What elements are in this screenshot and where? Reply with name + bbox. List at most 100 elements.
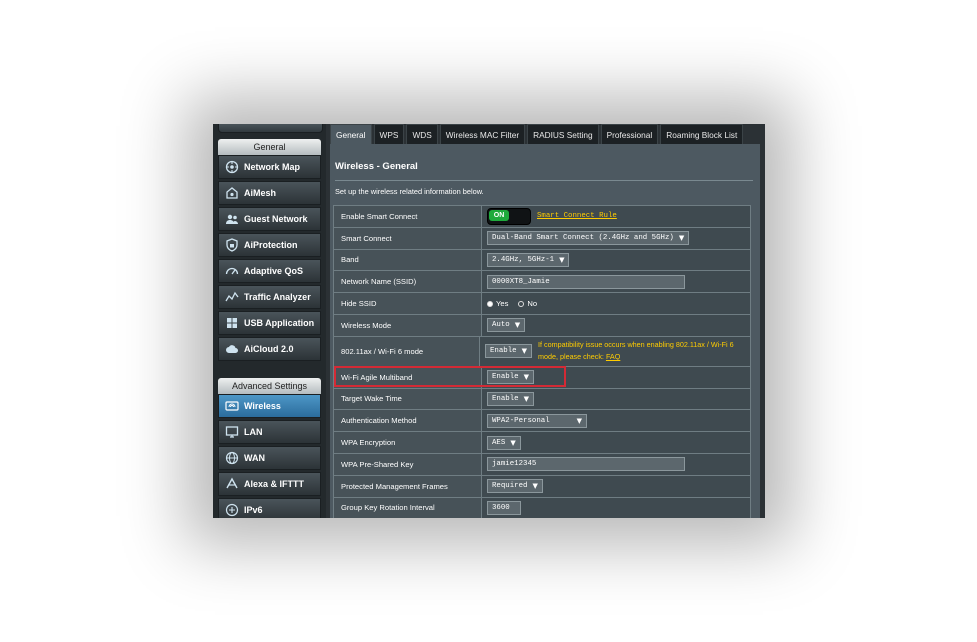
radio-label: Yes xyxy=(496,299,509,309)
target-wake-time-select[interactable]: Enable ▼ xyxy=(487,391,535,406)
group-key-interval-input[interactable]: 3600 xyxy=(487,500,521,515)
select-value: WPA2-Personal xyxy=(492,416,550,425)
row-label: Group Key Rotation Interval xyxy=(334,497,482,518)
pmf-select[interactable]: Required ▼ xyxy=(487,479,543,494)
row-wifi6-mode: 802.11ax / Wi-Fi 6 mode Enable ▼ If compa… xyxy=(334,336,750,367)
sidebar-item-aiprotection[interactable]: AiProtection xyxy=(218,233,321,257)
aiprotection-icon xyxy=(225,238,239,252)
row-label: Network Name (SSID) xyxy=(334,271,482,293)
row-label: Smart Connect xyxy=(334,227,482,249)
sidebar-item-aimesh[interactable]: AiMesh xyxy=(218,181,321,205)
row-wpa-psk: WPA Pre-Shared Key jamie12345 xyxy=(334,453,750,476)
wifi6-mode-select[interactable]: Enable ▼ xyxy=(484,344,532,359)
row-smart-connect: Smart Connect Dual-Band Smart Connect (2… xyxy=(334,227,750,250)
traffic-analyzer-icon xyxy=(225,290,239,304)
row-value: Enable ▼ xyxy=(482,388,750,410)
tab-professional[interactable]: Professional xyxy=(600,124,659,144)
sidebar-item-wan[interactable]: WAN xyxy=(218,446,321,470)
chevron-down-icon: ▼ xyxy=(576,416,582,425)
guest-network-icon xyxy=(225,212,239,226)
row-value: 3600 xyxy=(482,497,750,518)
sidebar-heading-advanced: Advanced Settings xyxy=(218,378,321,394)
chevron-down-icon: ▼ xyxy=(559,255,565,264)
row-label: Authentication Method xyxy=(334,410,482,432)
sidebar-item-guest-network[interactable]: Guest Network xyxy=(218,207,321,231)
chevron-down-icon: ▼ xyxy=(523,394,530,403)
row-value: Enable ▼ If compatibility issue occurs wh… xyxy=(479,336,750,366)
sidebar-item-aicloud[interactable]: AiCloud 2.0 xyxy=(218,337,321,361)
sidebar-item-alexa-ifttt[interactable]: Alexa & IFTTT xyxy=(218,472,321,496)
chevron-down-icon: ▼ xyxy=(514,321,521,330)
row-label: Hide SSID xyxy=(334,293,482,314)
row-label: WPA Encryption xyxy=(334,432,482,453)
sidebar-item-label: LAN xyxy=(244,427,263,437)
row-wpa-encryption: WPA Encryption AES ▼ xyxy=(334,432,750,454)
wan-icon xyxy=(225,451,239,465)
row-wireless-mode: Wireless Mode Auto ▼ xyxy=(334,314,750,337)
select-value: Enable xyxy=(489,347,517,356)
annotation-highlight-box xyxy=(334,366,566,387)
sidebar-item-network-map[interactable]: Network Map xyxy=(218,155,321,179)
ipv6-icon xyxy=(225,503,239,517)
adaptive-qos-icon xyxy=(225,264,239,278)
aimesh-icon xyxy=(225,186,239,200)
tab-wds[interactable]: WDS xyxy=(406,124,438,144)
select-value: 2.4GHz, 5GHz-1 xyxy=(492,255,555,264)
row-label: Wireless Mode xyxy=(334,314,482,336)
lan-icon xyxy=(225,425,239,439)
select-value: Enable xyxy=(492,394,519,403)
select-value: Dual-Band Smart Connect (2.4GHz and 5GHz… xyxy=(492,234,674,243)
row-value: WPA2-Personal ▼ xyxy=(482,410,750,432)
smart-connect-select[interactable]: Dual-Band Smart Connect (2.4GHz and 5GHz… xyxy=(487,231,690,246)
row-enable-smart-connect: Enable Smart Connect ON Smart Connect Ru… xyxy=(334,206,750,228)
page-title: Wireless - General xyxy=(335,161,418,172)
tab-wps[interactable]: WPS xyxy=(373,124,405,144)
hide-ssid-no-radio[interactable]: No xyxy=(518,299,537,308)
sidebar-item-label: Adaptive QoS xyxy=(244,266,304,276)
smart-connect-rule-link[interactable]: Smart Connect Rule xyxy=(537,212,617,220)
row-ssid: Network Name (SSID) 0000XT8_Jamie xyxy=(334,271,750,294)
select-value: Required xyxy=(492,482,528,491)
chevron-down-icon: ▼ xyxy=(532,482,538,491)
sidebar-heading-general: General xyxy=(218,139,321,155)
sidebar-top-menu[interactable] xyxy=(218,124,323,133)
faq-link[interactable]: FAQ xyxy=(606,352,620,361)
title-divider xyxy=(335,180,753,181)
ssid-input[interactable]: 0000XT8_Jamie xyxy=(487,274,685,289)
tab-general[interactable]: General xyxy=(330,124,372,144)
sidebar-item-label: Alexa & IFTTT xyxy=(244,479,305,489)
sidebar-item-label: AiProtection xyxy=(244,240,298,250)
sidebar-item-label: AiCloud 2.0 xyxy=(244,344,294,354)
row-label: Protected Management Frames xyxy=(334,475,482,497)
smart-connect-toggle[interactable]: ON xyxy=(487,207,531,225)
row-band: Band 2.4GHz, 5GHz-1 ▼ xyxy=(334,249,750,272)
sidebar-item-adaptive-qos[interactable]: Adaptive QoS xyxy=(218,259,321,283)
row-value: 0000XT8_Jamie xyxy=(482,271,750,293)
select-value: Auto xyxy=(492,321,510,330)
sidebar-item-ipv6[interactable]: IPv6 xyxy=(218,498,321,518)
row-value: Required ▼ xyxy=(482,475,750,497)
sidebar-item-traffic-analyzer[interactable]: Traffic Analyzer xyxy=(218,285,321,309)
sidebar-item-wireless[interactable]: Wireless xyxy=(218,394,321,418)
tab-radius-setting[interactable]: RADIUS Setting xyxy=(527,124,599,144)
row-value: Dual-Band Smart Connect (2.4GHz and 5GHz… xyxy=(482,227,750,249)
radio-dot xyxy=(487,300,493,307)
note-text: If compatibility issue occurs when enabl… xyxy=(538,340,734,362)
tab-roaming-block-list[interactable]: Roaming Block List xyxy=(660,124,744,144)
sidebar-item-label: Traffic Analyzer xyxy=(244,292,311,302)
sidebar-item-lan[interactable]: LAN xyxy=(218,420,321,444)
usb-icon xyxy=(225,316,239,330)
tab-wireless-mac-filter[interactable]: Wireless MAC Filter xyxy=(439,124,526,144)
hide-ssid-yes-radio[interactable]: Yes xyxy=(487,299,508,308)
alexa-icon xyxy=(225,477,239,491)
row-authentication-method: Authentication Method WPA2-Personal ▼ xyxy=(334,410,750,433)
wpa-encryption-select[interactable]: AES ▼ xyxy=(487,435,521,450)
sidebar-item-usb-application[interactable]: USB Application xyxy=(218,311,321,335)
sidebar-item-label: Wireless xyxy=(244,401,281,411)
page-description: Set up the wireless related information … xyxy=(335,187,484,196)
sidebar: General Network Map AiMesh Guest Network… xyxy=(213,124,326,518)
psk-input[interactable]: jamie12345 xyxy=(487,457,685,472)
band-select[interactable]: 2.4GHz, 5GHz-1 ▼ xyxy=(487,252,570,267)
auth-method-select[interactable]: WPA2-Personal ▼ xyxy=(487,413,587,428)
wireless-mode-select[interactable]: Auto ▼ xyxy=(487,318,526,333)
